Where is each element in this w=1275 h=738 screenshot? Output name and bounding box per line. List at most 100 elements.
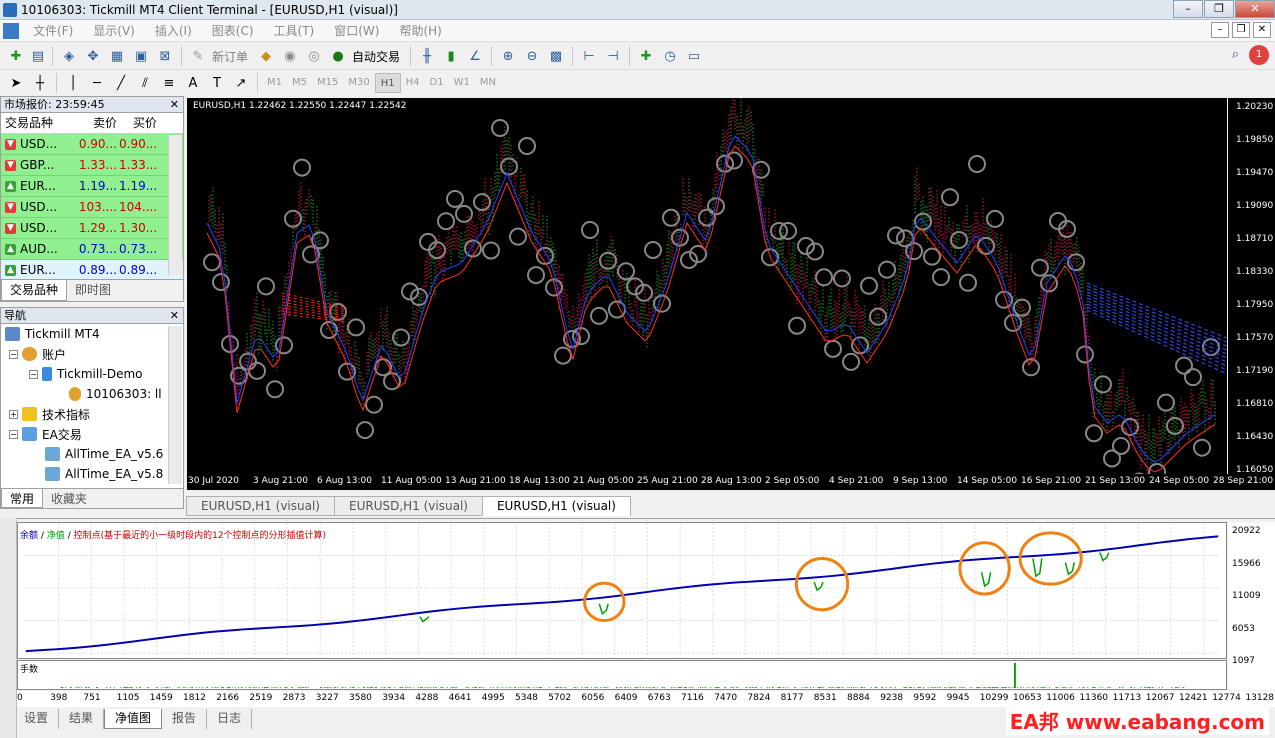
tf-m15[interactable]: M15: [312, 73, 343, 93]
menu-view[interactable]: 显示(V): [83, 22, 145, 39]
mdi-close-button[interactable]: ✕: [1253, 22, 1271, 38]
trendline-icon[interactable]: ╱: [110, 72, 132, 94]
tf-h1[interactable]: H1: [374, 73, 401, 93]
market-watch-row[interactable]: ▲ AUD... 0.73... 0.73...: [1, 239, 183, 260]
tree-indicators[interactable]: + 技术指标: [1, 404, 183, 424]
minimize-button[interactable]: –: [1173, 0, 1203, 18]
tile-windows-icon[interactable]: ▩: [545, 45, 567, 67]
signals-icon[interactable]: ◉: [279, 45, 301, 67]
auto-trade-icon[interactable]: ●: [327, 45, 349, 67]
tree-account[interactable]: 10106303: ll: [1, 384, 183, 404]
tree-ea-1[interactable]: AllTime_EA_v5.6: [1, 444, 183, 464]
col-symbol[interactable]: 交易品种: [1, 113, 77, 133]
tab-common[interactable]: 常用: [1, 489, 44, 508]
navigator-icon[interactable]: ▦: [106, 45, 128, 67]
chart-shift-icon[interactable]: ⊢: [578, 45, 600, 67]
market-watch-row[interactable]: ▼ USD... 1.29... 1.30...: [1, 218, 183, 239]
tree-server[interactable]: − Tickmill-Demo: [1, 364, 183, 384]
close-icon[interactable]: ✕: [170, 97, 179, 112]
menu-help[interactable]: 帮助(H): [389, 22, 451, 39]
menu-charts[interactable]: 图表(C): [202, 22, 264, 39]
market-watch-row[interactable]: ▼ GBP... 1.33... 1.33...: [1, 155, 183, 176]
indicators-icon[interactable]: ✚: [635, 45, 657, 67]
tab-tick-chart[interactable]: 即时图: [67, 280, 119, 301]
crosshair-icon[interactable]: ┼: [29, 72, 51, 94]
radio-icon[interactable]: ◎: [303, 45, 325, 67]
strategy-tester-icon[interactable]: ⊠: [154, 45, 176, 67]
chart-tab-3[interactable]: EURUSD,H1 (visual): [481, 496, 631, 516]
tab-equity-graph[interactable]: 净值图: [104, 709, 163, 729]
close-icon[interactable]: ✕: [170, 308, 179, 323]
tab-journal[interactable]: 日志: [207, 709, 253, 729]
tf-m5[interactable]: M5: [287, 73, 312, 93]
col-ask[interactable]: 买价: [119, 113, 159, 133]
collapse-icon[interactable]: −: [9, 429, 18, 439]
terminal-icon[interactable]: ▣: [130, 45, 152, 67]
tf-w1[interactable]: W1: [449, 73, 475, 93]
tf-d1[interactable]: D1: [425, 73, 449, 93]
tf-m1[interactable]: M1: [262, 73, 287, 93]
tf-h4[interactable]: H4: [401, 73, 425, 93]
tf-m30[interactable]: M30: [343, 73, 374, 93]
tree-root[interactable]: Tickmill MT4: [1, 324, 183, 344]
mdi-minimize-button[interactable]: –: [1211, 22, 1229, 38]
tree-experts[interactable]: − EA交易: [1, 424, 183, 444]
bar-chart-icon[interactable]: ╫: [416, 45, 438, 67]
meta-editor-icon[interactable]: ◆: [255, 45, 277, 67]
tf-mn[interactable]: MN: [475, 73, 501, 93]
market-watch-row[interactable]: ▲ EUR... 0.89... 0.89...: [1, 260, 183, 281]
trade-marker: [248, 361, 266, 380]
horizontal-line-icon[interactable]: ─: [86, 72, 108, 94]
tab-symbols[interactable]: 交易品种: [1, 280, 68, 301]
cursor-icon[interactable]: ➤: [5, 72, 27, 94]
candlestick-icon[interactable]: ▮: [440, 45, 462, 67]
equity-chart[interactable]: [17, 522, 1227, 659]
menu-file[interactable]: 文件(F): [23, 22, 83, 39]
line-chart-icon[interactable]: ∠: [464, 45, 486, 67]
menu-window[interactable]: 窗口(W): [324, 22, 389, 39]
new-order-button[interactable]: 新订单: [212, 48, 248, 65]
tab-results[interactable]: 结果: [59, 709, 105, 729]
text-icon[interactable]: A: [182, 72, 204, 94]
new-chart-icon[interactable]: ✚: [5, 45, 27, 67]
notification-badge[interactable]: 1: [1249, 45, 1269, 65]
maximize-button[interactable]: ❐: [1204, 0, 1234, 18]
periods-icon[interactable]: ◷: [659, 45, 681, 67]
col-bid[interactable]: 卖价: [77, 113, 119, 133]
new-order-icon[interactable]: ✎: [187, 45, 209, 67]
tree-ea-2[interactable]: AllTime_EA_v5.8: [1, 464, 183, 484]
tab-settings[interactable]: 设置: [14, 709, 60, 729]
market-watch-row[interactable]: ▼ USD... 103.... 104....: [1, 197, 183, 218]
navigator-scrollbar[interactable]: [168, 326, 182, 484]
search-icon[interactable]: ⌕: [1232, 47, 1239, 62]
zoom-in-icon[interactable]: ⊕: [497, 45, 519, 67]
vertical-line-icon[interactable]: │: [62, 72, 84, 94]
fibonacci-icon[interactable]: ≡: [158, 72, 180, 94]
chart-tab-1[interactable]: EURUSD,H1 (visual): [186, 496, 335, 516]
market-watch-icon[interactable]: ◈: [58, 45, 80, 67]
menu-tools[interactable]: 工具(T): [264, 22, 325, 39]
collapse-icon[interactable]: −: [29, 369, 38, 379]
text-label-icon[interactable]: T: [206, 72, 228, 94]
autoscroll-icon[interactable]: ⊣: [602, 45, 624, 67]
close-button[interactable]: ✕: [1235, 0, 1275, 18]
market-watch-row[interactable]: ▲ EUR... 1.19... 1.19...: [1, 176, 183, 197]
market-watch-row[interactable]: ▼ USD... 0.90... 0.90...: [1, 134, 183, 155]
auto-trade-button[interactable]: 自动交易: [352, 48, 400, 65]
expand-icon[interactable]: +: [9, 409, 18, 419]
chart-tab-2[interactable]: EURUSD,H1 (visual): [333, 496, 483, 516]
data-window-icon[interactable]: ✥: [82, 45, 104, 67]
tab-report[interactable]: 报告: [162, 709, 208, 729]
price-chart[interactable]: [187, 98, 1227, 474]
channel-icon[interactable]: ⫽: [134, 72, 156, 94]
tree-accounts[interactable]: − 账户: [1, 344, 183, 364]
menu-insert[interactable]: 插入(I): [145, 22, 202, 39]
templates-icon[interactable]: ▭: [683, 45, 705, 67]
profiles-icon[interactable]: ▤: [29, 45, 47, 67]
tab-favorites[interactable]: 收藏夹: [43, 489, 95, 508]
zoom-out-icon[interactable]: ⊖: [521, 45, 543, 67]
arrows-icon[interactable]: ↗: [230, 72, 252, 94]
mdi-restore-button[interactable]: ❐: [1232, 22, 1250, 38]
collapse-icon[interactable]: −: [9, 349, 18, 359]
market-watch-scrollbar[interactable]: [168, 135, 182, 275]
